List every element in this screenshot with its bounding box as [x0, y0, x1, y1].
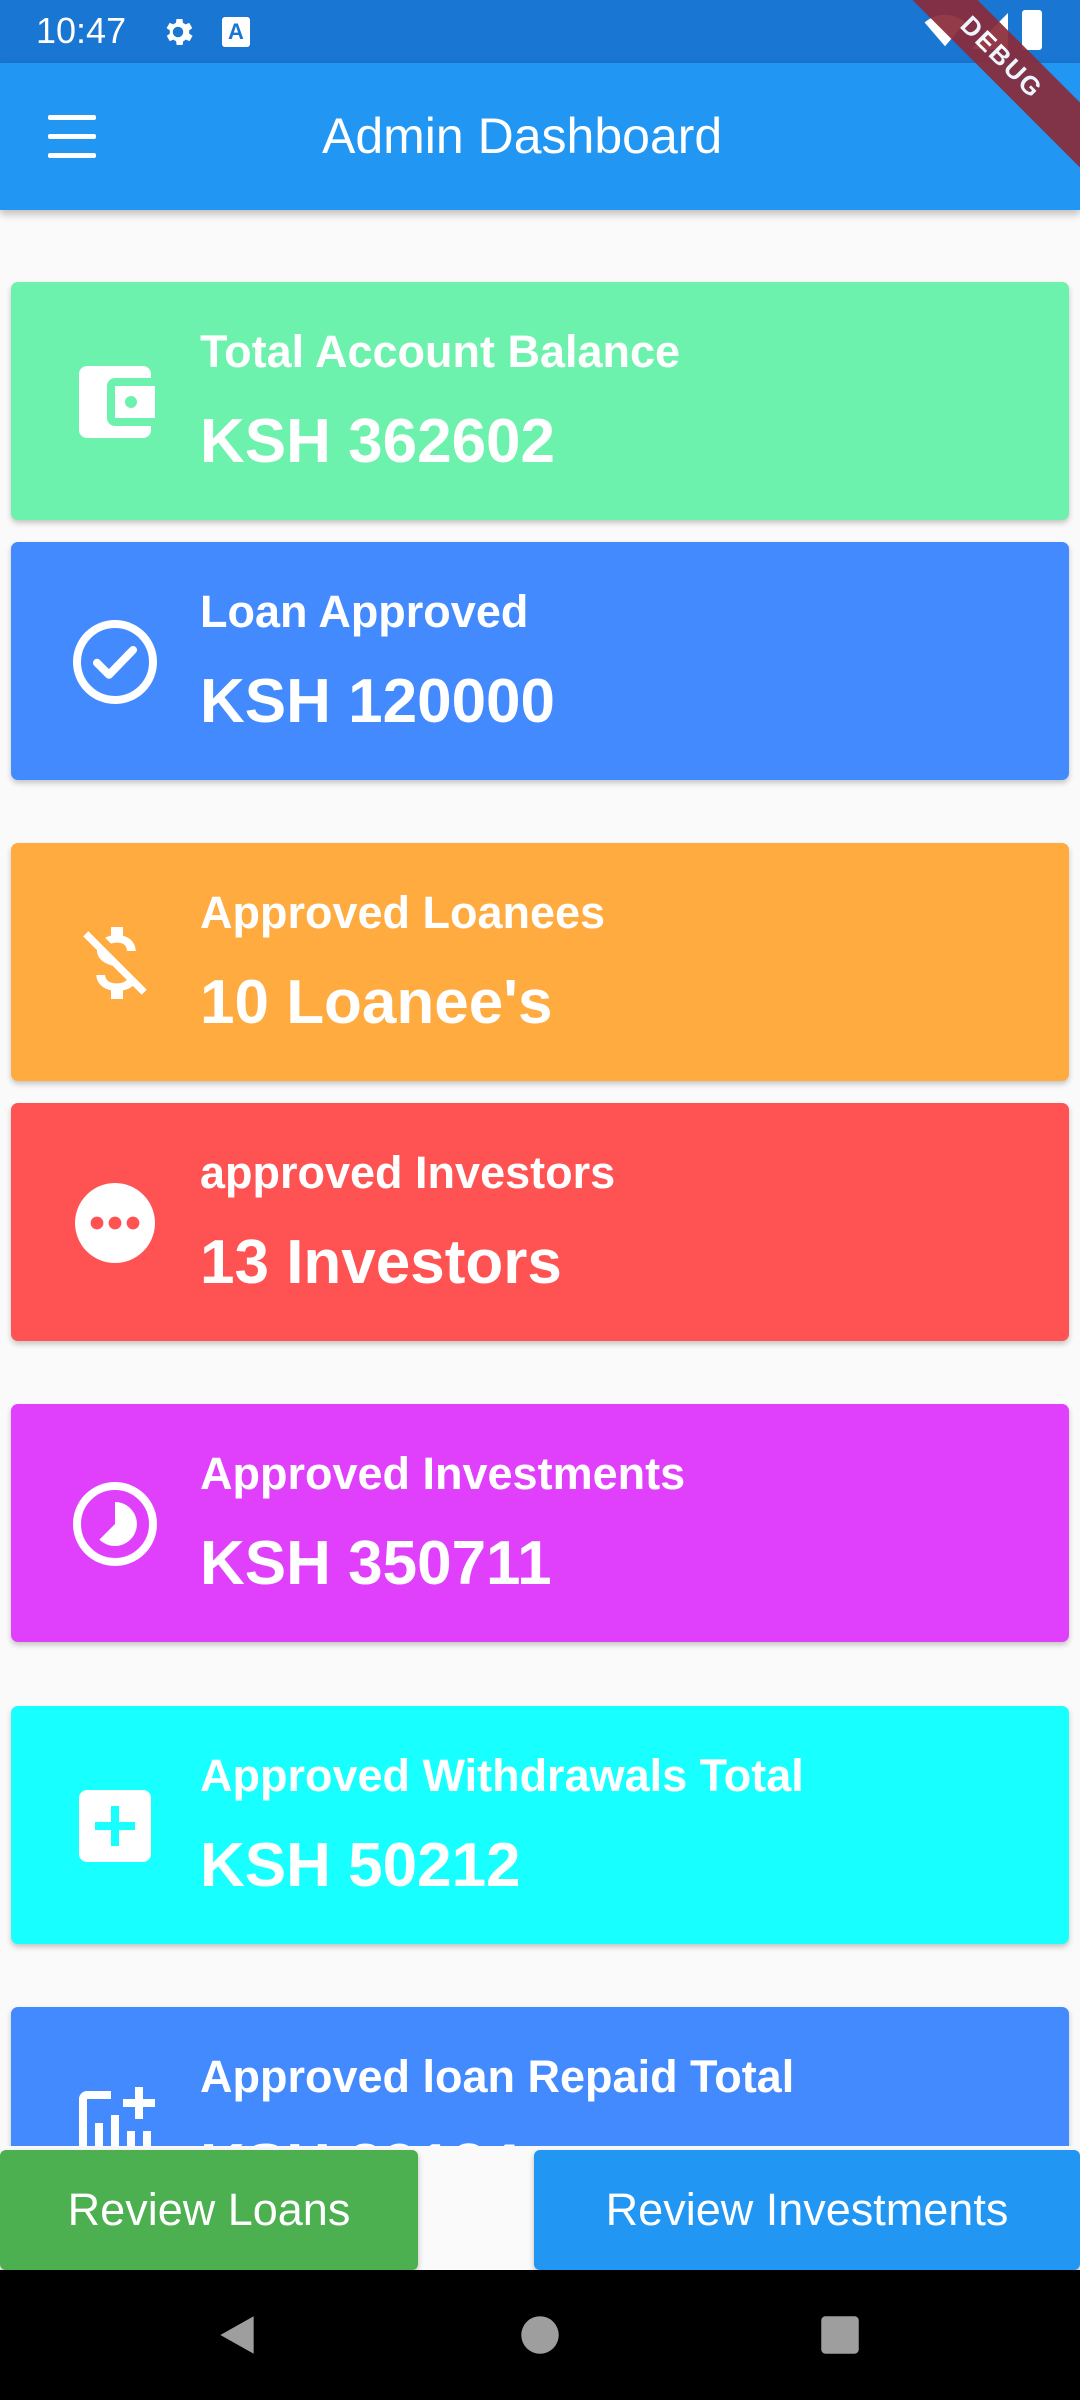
card-value: KSH 362602	[200, 407, 556, 476]
card-approved-loan-repaid-total[interactable]: Approved loan Repaid Total KSH 29134	[11, 2007, 1069, 2146]
status-time: 10:47	[36, 10, 127, 51]
card-label: Approved loan Repaid Total	[200, 2051, 795, 2102]
card-label: Loan Approved	[200, 586, 529, 637]
page-title: Admin Dashboard	[322, 108, 723, 164]
add-box-icon	[79, 1790, 151, 1862]
card-label: Approved Investments	[200, 1448, 686, 1499]
review-investments-button[interactable]: Review Investments	[534, 2150, 1080, 2270]
accessibility-a-icon: A	[222, 17, 250, 47]
card-value: KSH 29134	[200, 2131, 521, 2146]
card-approved-investments[interactable]: Approved Investments KSH 350711	[11, 1404, 1069, 1642]
dashboard-content: Total Account Balance KSH 362602 Loan Ap…	[0, 210, 1080, 2146]
wallet-icon	[79, 366, 155, 438]
menu-button[interactable]	[40, 109, 104, 165]
more-horiz-circle-icon	[75, 1183, 155, 1263]
system-navigation-bar	[0, 2270, 1080, 2400]
menu-icon-bar	[48, 115, 96, 120]
status-bar: 10:47 A	[0, 0, 1080, 63]
card-value: 13 Investors	[200, 1228, 562, 1297]
battery-icon	[1022, 10, 1042, 50]
check-circle-icon	[73, 620, 157, 704]
card-value: KSH 50212	[200, 1831, 521, 1900]
home-icon[interactable]	[515, 2310, 565, 2360]
card-value: KSH 120000	[200, 667, 556, 736]
bottom-action-bar: Review Loans Review Investments	[0, 2146, 1080, 2270]
menu-icon-bar	[48, 134, 96, 139]
app-bar: Admin Dashboard	[0, 63, 1080, 210]
back-icon[interactable]	[212, 2310, 262, 2360]
card-label: Total Account Balance	[200, 326, 681, 377]
card-label: approved Investors	[200, 1147, 616, 1198]
card-label: Approved Loanees	[200, 887, 606, 938]
card-approved-loanees[interactable]: Approved Loanees 10 Loanee's	[11, 843, 1069, 1081]
settings-gear-icon	[166, 18, 193, 46]
card-loan-approved[interactable]: Loan Approved KSH 120000	[11, 542, 1069, 780]
card-approved-investors[interactable]: approved Investors 13 Investors	[11, 1103, 1069, 1341]
pie-chart-icon	[73, 1482, 157, 1566]
card-label: Approved Withdrawals Total	[200, 1750, 804, 1801]
money-off-icon	[83, 927, 147, 999]
card-total-account-balance[interactable]: Total Account Balance KSH 362602	[11, 282, 1069, 520]
review-loans-button[interactable]: Review Loans	[0, 2150, 418, 2270]
recents-icon[interactable]	[815, 2310, 865, 2360]
add-chart-icon	[79, 2087, 155, 2146]
card-approved-withdrawals-total[interactable]: Approved Withdrawals Total KSH 50212	[11, 1706, 1069, 1944]
card-value: KSH 350711	[200, 1529, 552, 1598]
card-value: 10 Loanee's	[200, 968, 553, 1037]
menu-icon-bar	[48, 153, 96, 158]
